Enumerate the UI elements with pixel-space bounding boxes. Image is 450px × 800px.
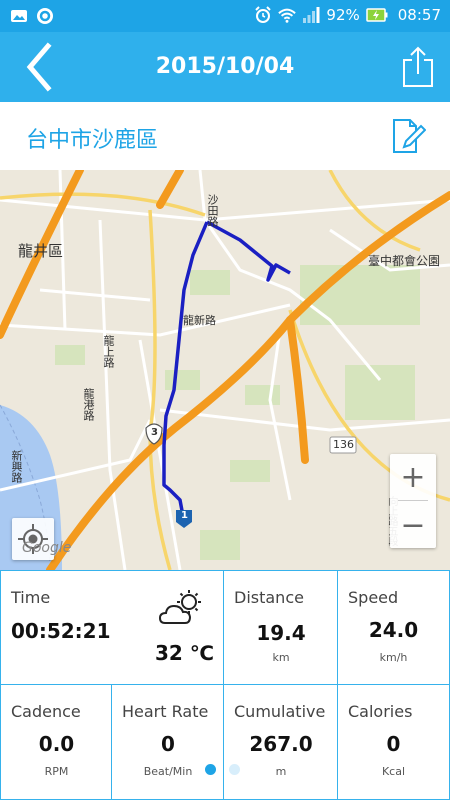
location-row: 台中市沙鹿區: [0, 102, 450, 170]
alarm-icon: [255, 6, 272, 23]
cumulative-label: Cumulative: [234, 702, 326, 721]
map-label-road-136: 136: [333, 438, 354, 451]
zoom-control: + −: [390, 454, 436, 548]
speed-unit: km/h: [379, 651, 408, 664]
app-bar: 2015/10/04: [0, 32, 450, 102]
cumulative-unit: m: [275, 765, 287, 778]
share-button[interactable]: [398, 44, 438, 88]
page-indicator[interactable]: [205, 764, 240, 775]
cadence-label: Cadence: [11, 702, 81, 721]
map-label-road-1: 1: [181, 510, 188, 521]
map-label-longgang-road: 龍港路: [82, 388, 95, 421]
map-canvas: [0, 170, 450, 570]
heart-rate-card: Heart Rate 0 Beat/Min: [111, 684, 225, 800]
status-bar: 92% 08:57: [0, 0, 450, 32]
cadence-unit: RPM: [44, 765, 69, 778]
partly-sunny-icon: [159, 590, 201, 624]
calories-unit: Kcal: [381, 765, 406, 778]
time-value: 00:52:21: [11, 619, 111, 643]
zoom-in-button[interactable]: +: [390, 454, 436, 500]
heart-rate-label: Heart Rate: [122, 702, 209, 721]
distance-label: Distance: [234, 588, 304, 607]
cumulative-card: Cumulative 267.0 m: [223, 684, 339, 800]
page-title: 2015/10/04: [155, 54, 295, 79]
signal-icon: [303, 7, 320, 23]
gallery-notification-icon: [11, 10, 27, 22]
map-label-shatian-road: 沙田路: [206, 194, 219, 227]
calories-value: 0: [386, 732, 401, 756]
route-path: [162, 220, 291, 517]
cadence-value: 0.0: [38, 732, 75, 756]
edit-note-button[interactable]: [390, 117, 426, 155]
heart-rate-value: 0: [161, 732, 175, 756]
google-logo: Google: [22, 540, 72, 556]
calories-label: Calories: [348, 702, 413, 721]
calories-card: Calories 0 Kcal: [337, 684, 450, 800]
time-card: Time 00:52:21 32 ℃: [0, 570, 225, 686]
clock: 08:57: [397, 6, 441, 24]
wifi-icon: [278, 8, 297, 23]
distance-unit: km: [272, 651, 290, 664]
map-label-road-3: 3: [151, 427, 158, 438]
map-label-district: 龍井區: [18, 242, 64, 260]
temperature-value: 32 ℃: [154, 641, 214, 665]
map-label-park: 臺中都會公園: [368, 254, 441, 268]
route-map[interactable]: 龍井區 臺中都會公園 沙田路 龍新路 龍上路 龍港路 新興路 3 1 136 向…: [0, 170, 450, 570]
map-label-xinxing-road: 新興路: [10, 450, 23, 483]
speed-value: 24.0: [368, 618, 419, 642]
page-dot-active[interactable]: [205, 764, 216, 775]
distance-value: 19.4: [256, 621, 306, 645]
cumulative-value: 267.0: [249, 732, 313, 756]
map-label-longshang-road: 龍上路: [102, 335, 115, 368]
speed-card: Speed 24.0 km/h: [337, 570, 450, 686]
page-dot-inactive[interactable]: [229, 764, 240, 775]
distance-card: Distance 19.4 km: [223, 570, 339, 686]
app-notification-icon: [37, 8, 53, 24]
zoom-divider: [398, 500, 428, 501]
cadence-card: Cadence 0.0 RPM: [0, 684, 113, 800]
zoom-out-button[interactable]: −: [390, 502, 436, 548]
battery-percent: 92%: [326, 6, 360, 24]
speed-label: Speed: [348, 588, 399, 607]
time-label: Time: [11, 588, 51, 607]
map-label-longxin-road: 龍新路: [183, 314, 216, 327]
battery-charging-icon: [366, 8, 388, 22]
location-name: 台中市沙鹿區: [26, 128, 159, 153]
